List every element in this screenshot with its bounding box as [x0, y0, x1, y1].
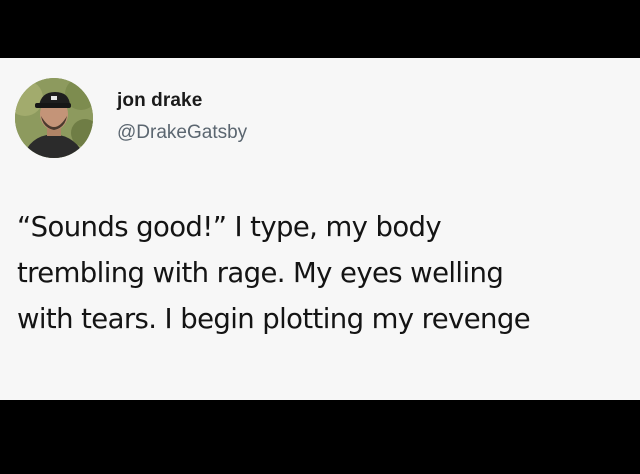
tweet-line-3: with tears. I begin plotting my revenge — [17, 303, 531, 335]
tweet-text: “Sounds good!” I type, my body trembling… — [17, 204, 627, 342]
avatar-photo-icon — [15, 78, 93, 158]
tweet-line-1: “Sounds good!” I type, my body — [17, 211, 442, 243]
screenshot-frame: jon drake @DrakeGatsby “Sounds good!” I … — [0, 0, 640, 474]
display-name[interactable]: jon drake — [117, 90, 202, 112]
tweet-line-2: trembling with rage. My eyes welling — [17, 257, 504, 289]
tweet-card: jon drake @DrakeGatsby “Sounds good!” I … — [0, 58, 640, 400]
user-handle[interactable]: @DrakeGatsby — [117, 122, 247, 144]
avatar[interactable] — [15, 78, 93, 158]
